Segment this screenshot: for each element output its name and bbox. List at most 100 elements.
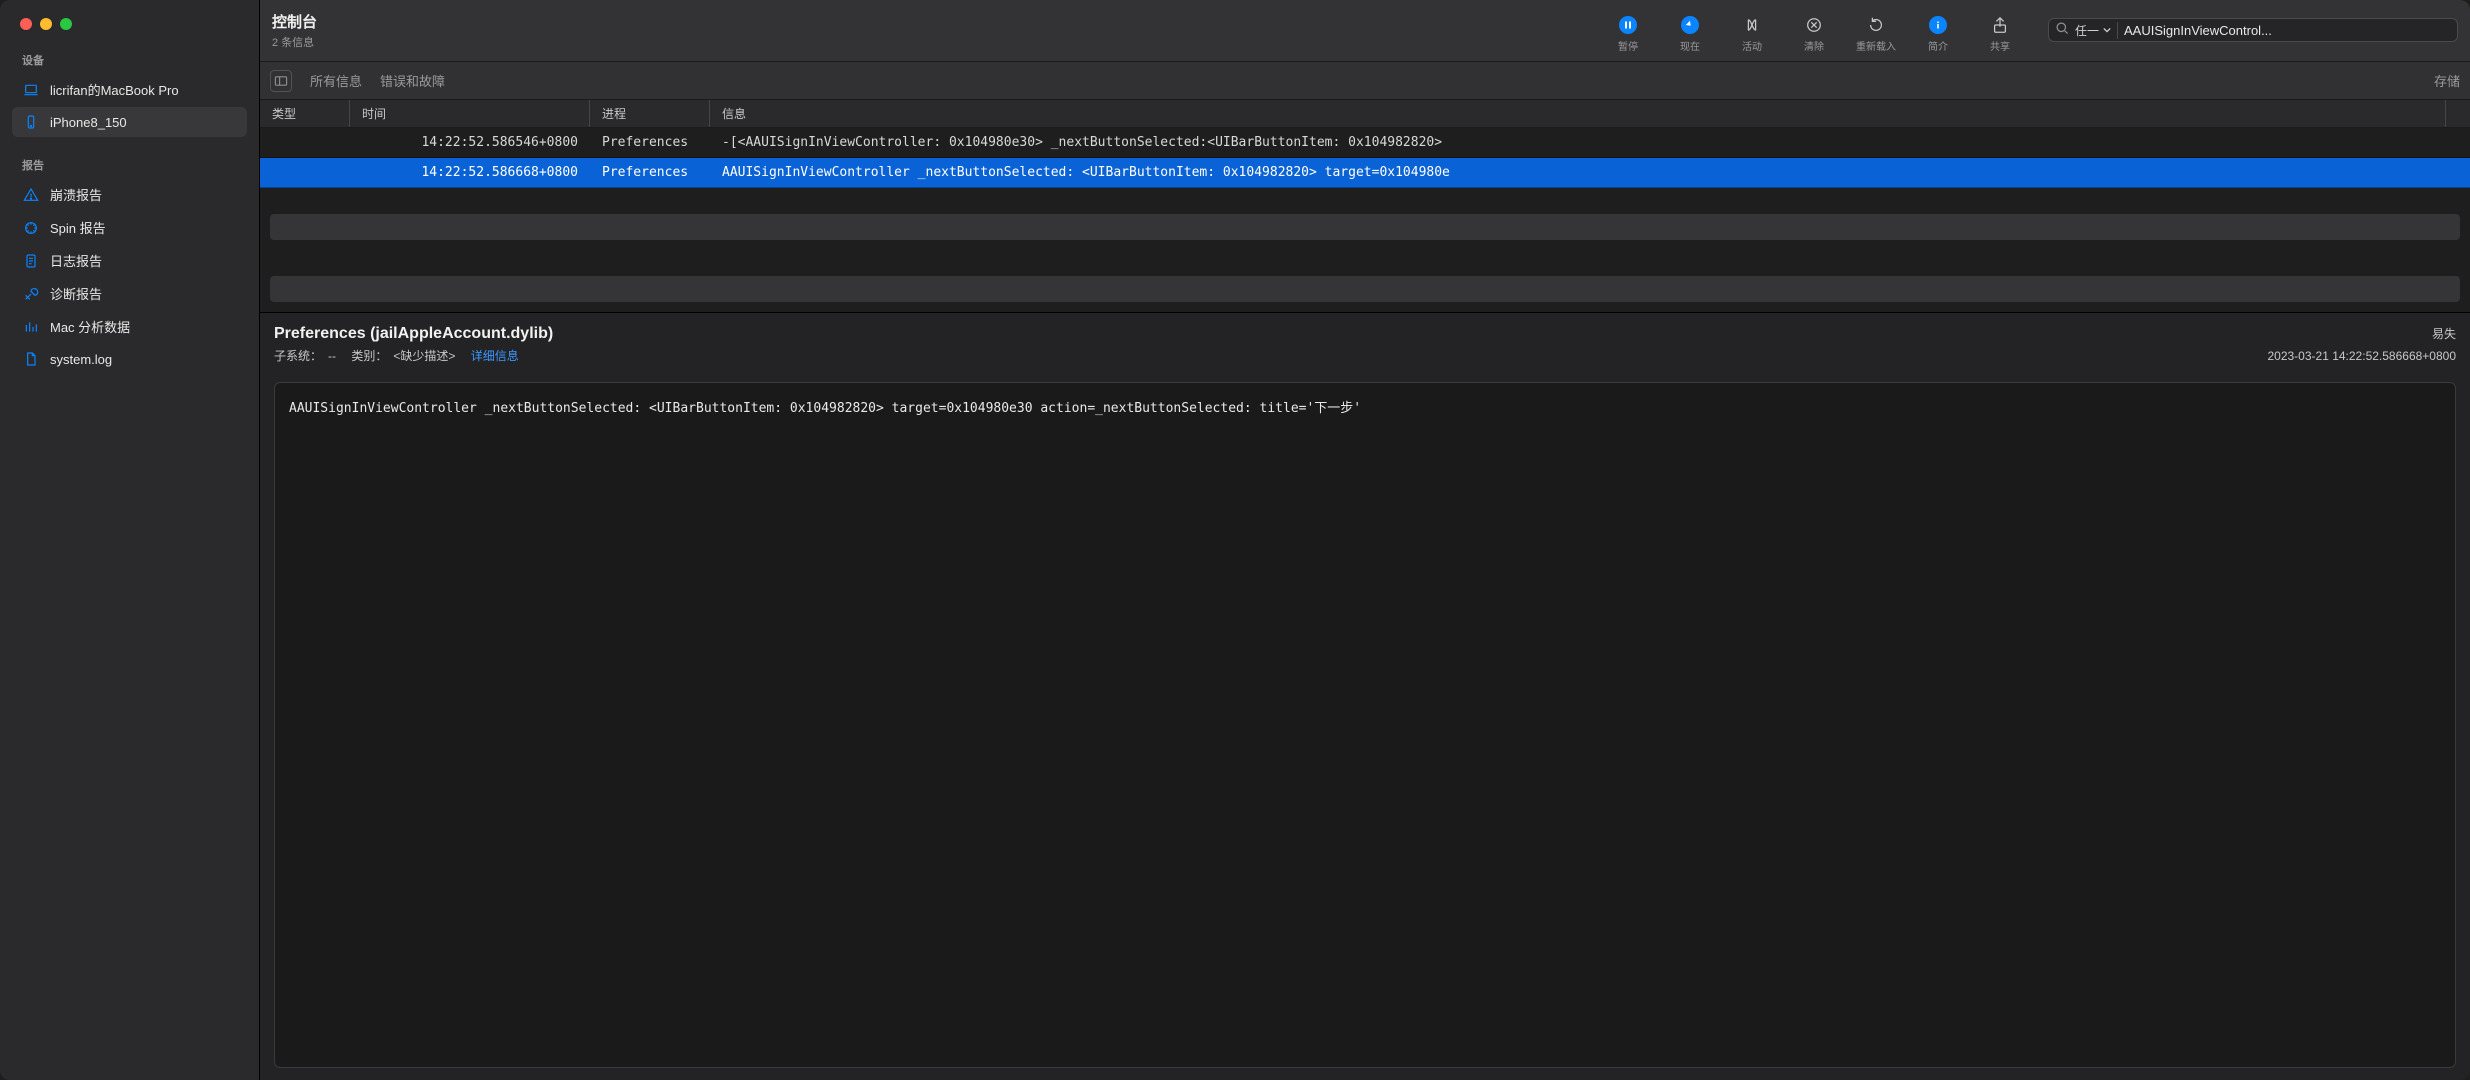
detail-message-body[interactable]: AAUISignInViewController _nextButtonSele… (274, 382, 2456, 1068)
phone-icon (22, 113, 40, 131)
toolbar-label: 清除 (1804, 38, 1824, 53)
spinner-icon (22, 219, 40, 237)
now-button[interactable]: 现在 (1668, 16, 1712, 53)
devices-section-label: 设备 (12, 48, 247, 74)
toolbar-label: 共享 (1990, 38, 2010, 53)
sidebar-report-systemlog[interactable]: system.log (12, 344, 247, 374)
share-button[interactable]: 共享 (1978, 16, 2022, 53)
main-panel: 控制台 2 条信息 暂停 现在 活动 清除 (260, 0, 2470, 1080)
detail-subsystem-label: 子系统： (274, 347, 322, 364)
sidebar-item-label: licrifan的MacBook Pro (50, 80, 179, 99)
sidebar-item-label: Mac 分析数据 (50, 317, 130, 336)
save-search-button[interactable]: 存储 (2434, 71, 2460, 90)
toolbar-label: 活动 (1742, 38, 1762, 53)
col-type[interactable]: 类型 (260, 100, 350, 127)
log-table-body: 14:22:52.586546+0800 Preferences -[<AAUI… (260, 128, 2470, 188)
search-input[interactable] (2124, 23, 2451, 38)
sidebar-report-log[interactable]: 日志报告 (12, 245, 247, 276)
col-process[interactable]: 进程 (590, 100, 710, 127)
reports-section-label: 报告 (12, 153, 247, 179)
table-gap (260, 188, 2470, 214)
sidebar: 设备 licrifan的MacBook Pro iPhone8_150 报告 (0, 0, 260, 1080)
search-scope-dropdown[interactable]: 任一 (2075, 22, 2118, 39)
clear-icon (1805, 16, 1823, 34)
toolbar: 暂停 现在 活动 清除 重新载入 (1606, 14, 2458, 53)
col-spacer (2446, 100, 2470, 127)
log-table-header: 类型 时间 进程 信息 (260, 100, 2470, 128)
sidebar-item-label: Spin 报告 (50, 218, 106, 237)
sidebar-item-label: 崩溃报告 (50, 185, 102, 204)
cell-message: -[<AAUISignInViewController: 0x104980e30… (710, 135, 2470, 150)
info-icon (1929, 16, 1947, 34)
filter-all-tab[interactable]: 所有信息 (310, 71, 362, 90)
sidebar-item-label: iPhone8_150 (50, 115, 127, 130)
cell-process: Preferences (590, 135, 710, 150)
window-subtitle: 2 条信息 (272, 34, 317, 50)
devices-section: 设备 licrifan的MacBook Pro iPhone8_150 (12, 48, 247, 139)
close-window-button[interactable] (20, 18, 32, 30)
sidebar-report-spin[interactable]: Spin 报告 (12, 212, 247, 243)
cell-time: 14:22:52.586668+0800 (350, 165, 590, 180)
activity-button[interactable]: 活动 (1730, 16, 1774, 53)
cell-time: 14:22:52.586546+0800 (350, 135, 590, 150)
chart-icon (22, 318, 40, 336)
detail-volatile-badge: 易失 (2432, 325, 2456, 342)
sidebar-item-label: 日志报告 (50, 251, 102, 270)
doc-text-icon (22, 252, 40, 270)
log-row[interactable]: 14:22:52.586546+0800 Preferences -[<AAUI… (260, 128, 2470, 158)
clear-button[interactable]: 清除 (1792, 16, 1836, 53)
activity-icon (1743, 16, 1761, 34)
toggle-sidebar-button[interactable] (270, 70, 292, 92)
detail-category-value: <缺少描述> (393, 347, 455, 364)
detail-info-link[interactable]: 详细信息 (471, 347, 519, 364)
col-message[interactable]: 信息 (710, 100, 2446, 127)
sidebar-report-analytics[interactable]: Mac 分析数据 (12, 311, 247, 342)
table-summary-bar (270, 214, 2460, 240)
window-title: 控制台 (272, 11, 317, 32)
info-button[interactable]: 简介 (1916, 16, 1960, 53)
toolbar-label: 暂停 (1618, 38, 1638, 53)
cell-process: Preferences (590, 165, 710, 180)
toolbar-label: 重新载入 (1856, 38, 1896, 53)
window-controls (12, 14, 247, 48)
wrench-icon (22, 285, 40, 303)
table-gap (260, 250, 2470, 276)
now-icon (1681, 16, 1699, 34)
table-summary-bar (270, 276, 2460, 302)
reports-section: 报告 崩溃报告 Spin 报告 日志报告 (12, 153, 247, 376)
sidebar-report-diagnostic[interactable]: 诊断报告 (12, 278, 247, 309)
detail-subsystem-value: -- (328, 349, 336, 363)
cell-message: AAUISignInViewController _nextButtonSele… (710, 165, 2470, 180)
search-icon (2055, 21, 2069, 40)
filter-bar: 所有信息 错误和故障 存储 (260, 62, 2470, 100)
search-field[interactable]: 任一 (2048, 18, 2458, 42)
filter-errors-tab[interactable]: 错误和故障 (380, 71, 445, 90)
fullscreen-window-button[interactable] (60, 18, 72, 30)
pause-icon (1619, 16, 1637, 34)
detail-timestamp: 2023-03-21 14:22:52.586668+0800 (2267, 349, 2456, 363)
app-window: 设备 licrifan的MacBook Pro iPhone8_150 报告 (0, 0, 2470, 1080)
pause-button[interactable]: 暂停 (1606, 16, 1650, 53)
sidebar-device-macbook[interactable]: licrifan的MacBook Pro (12, 74, 247, 105)
reload-button[interactable]: 重新载入 (1854, 16, 1898, 53)
chevron-down-icon (2103, 26, 2111, 34)
toolbar-label: 现在 (1680, 38, 1700, 53)
laptop-icon (22, 81, 40, 99)
sidebar-item-label: 诊断报告 (50, 284, 102, 303)
sidebar-item-label: system.log (50, 352, 112, 367)
detail-pane: Preferences (jailAppleAccount.dylib) 易失 … (260, 312, 2470, 1080)
log-row[interactable]: 14:22:52.586668+0800 Preferences AAUISig… (260, 158, 2470, 188)
warning-icon (22, 186, 40, 204)
col-time[interactable]: 时间 (350, 100, 590, 127)
titlebar: 控制台 2 条信息 暂停 现在 活动 清除 (260, 0, 2470, 62)
minimize-window-button[interactable] (40, 18, 52, 30)
detail-category-label: 类别： (351, 347, 387, 364)
toolbar-label: 简介 (1928, 38, 1948, 53)
doc-icon (22, 350, 40, 368)
sidebar-report-crash[interactable]: 崩溃报告 (12, 179, 247, 210)
search-scope-label: 任一 (2075, 22, 2099, 39)
share-icon (1991, 16, 2009, 34)
sidebar-device-iphone[interactable]: iPhone8_150 (12, 107, 247, 137)
detail-title: Preferences (jailAppleAccount.dylib) (274, 325, 553, 343)
reload-icon (1867, 16, 1885, 34)
